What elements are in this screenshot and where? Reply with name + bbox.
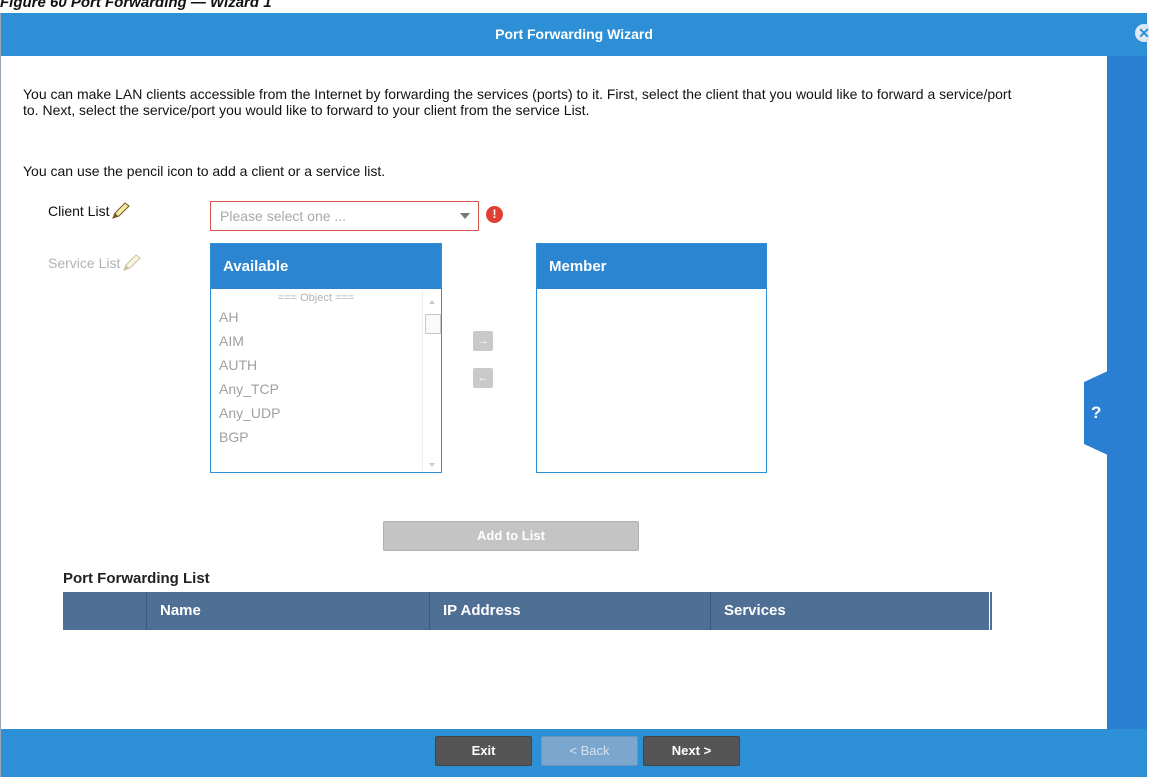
list-item[interactable]: AH bbox=[211, 305, 421, 329]
exit-button[interactable]: Exit bbox=[435, 736, 532, 766]
column-divider bbox=[429, 592, 430, 630]
scroll-up-icon[interactable] bbox=[429, 300, 435, 304]
title-bar: Port Forwarding Wizard ✕ bbox=[1, 13, 1149, 56]
column-header-services[interactable]: Services bbox=[724, 592, 786, 630]
scroll-down-icon[interactable] bbox=[429, 463, 435, 467]
dialog-title: Port Forwarding Wizard bbox=[495, 26, 653, 42]
right-sidebar bbox=[1107, 56, 1147, 729]
available-header: Available bbox=[211, 244, 441, 289]
service-list-label: Service List bbox=[48, 254, 142, 275]
member-header: Member bbox=[537, 244, 766, 289]
next-button[interactable]: Next > bbox=[643, 736, 740, 766]
close-icon[interactable]: ✕ bbox=[1135, 24, 1149, 42]
client-list-label: Client List bbox=[48, 202, 131, 223]
column-divider bbox=[146, 592, 147, 630]
port-forwarding-list-title: Port Forwarding List bbox=[63, 570, 210, 587]
port-forwarding-wizard-dialog: Port Forwarding Wizard ✕ You can make LA… bbox=[0, 13, 1149, 777]
pencil-icon-disabled bbox=[121, 254, 142, 275]
back-button[interactable]: < Back bbox=[541, 736, 638, 766]
pencil-hint: You can use the pencil icon to add a cli… bbox=[23, 163, 386, 179]
add-to-list-button[interactable]: Add to List bbox=[383, 521, 639, 551]
list-item[interactable]: BGP bbox=[211, 425, 421, 449]
help-icon[interactable]: ? bbox=[1091, 403, 1101, 423]
object-group-header: === Object === bbox=[277, 292, 355, 304]
column-divider bbox=[710, 592, 711, 630]
client-list-select[interactable]: Please select one ... bbox=[210, 201, 479, 231]
list-item[interactable]: Any_TCP bbox=[211, 377, 421, 401]
table-edge bbox=[989, 592, 990, 630]
move-right-button[interactable]: → bbox=[473, 331, 493, 351]
client-list-placeholder: Please select one ... bbox=[220, 208, 347, 224]
move-left-button[interactable]: ← bbox=[473, 368, 493, 388]
intro-paragraph: You can make LAN clients accessible from… bbox=[23, 86, 1012, 118]
figure-caption: Figure 60 Port Forwarding — Wizard 1 bbox=[0, 0, 272, 11]
available-list[interactable]: === Object === AH AIM AUTH Any_TCP Any_U… bbox=[211, 290, 421, 471]
pencil-icon[interactable] bbox=[110, 202, 131, 223]
client-list-label-text: Client List bbox=[48, 203, 110, 220]
available-scrollbar[interactable] bbox=[422, 290, 441, 471]
error-icon: ! bbox=[486, 206, 503, 223]
chevron-down-icon[interactable] bbox=[460, 213, 470, 219]
list-item[interactable]: AIM bbox=[211, 329, 421, 353]
scrollbar-thumb[interactable] bbox=[425, 314, 441, 334]
member-list[interactable] bbox=[537, 289, 766, 470]
list-item[interactable]: Any_UDP bbox=[211, 401, 421, 425]
port-forwarding-table-header: Name IP Address Services bbox=[63, 592, 992, 630]
member-panel: Member bbox=[536, 243, 767, 473]
column-header-ip-address[interactable]: IP Address bbox=[443, 592, 521, 630]
list-item[interactable]: AUTH bbox=[211, 353, 421, 377]
column-header-name[interactable]: Name bbox=[160, 592, 201, 630]
available-panel: Available === Object === AH AIM AUTH Any… bbox=[210, 243, 442, 473]
service-list-label-text: Service List bbox=[48, 255, 121, 272]
